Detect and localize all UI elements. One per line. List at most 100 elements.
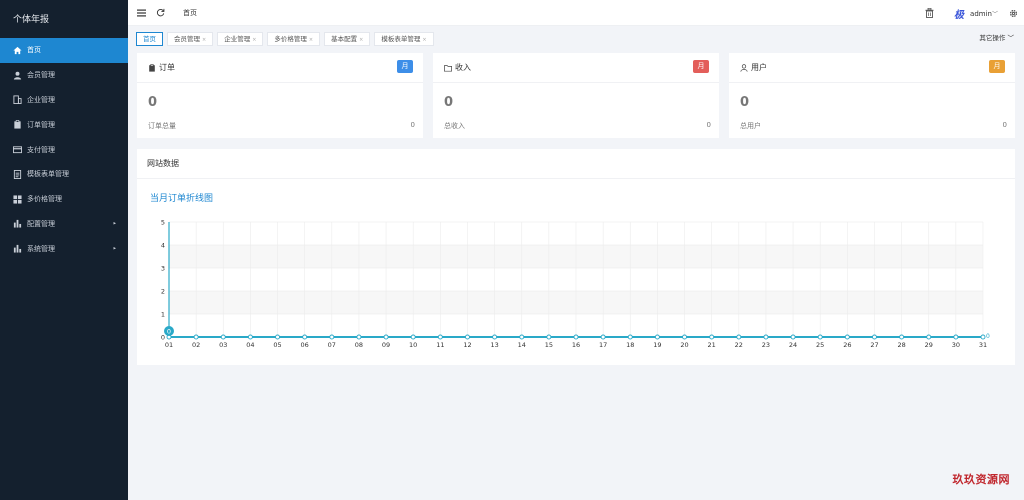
watermark: 玖玖资源网 (952, 473, 1010, 486)
order-line-chart: 01234501 02 03 04 05 06 07 08 09 10 11 12 13 14 15 16 17… (161, 219, 990, 350)
x-tick-label: 01 (165, 341, 173, 349)
y-tick-label: 1 (161, 311, 165, 319)
orders-card: 订单 月 0 订单总量 0 (137, 53, 423, 138)
x-tick-label: 24 (789, 341, 797, 349)
period-badge: 月 (989, 60, 1005, 73)
user-icon (13, 71, 22, 80)
tab-prices[interactable]: 多价格管理 × (267, 32, 321, 46)
sidebar-item-payment[interactable]: 支付管理 (0, 137, 128, 162)
card-icon (13, 145, 22, 154)
tabs-bar: 首页 会员管理 × 企业管理 × 多价格管理 × 基本配置 × 模板表单管理 × 其它操作… (128, 27, 1024, 51)
x-tick-label: 29 (925, 341, 933, 349)
sidebar-item-config[interactable]: 配置管理 ▸ (0, 212, 128, 237)
card-title: 订单 (159, 63, 175, 72)
data-point (654, 334, 660, 340)
data-point (275, 334, 280, 340)
close-icon[interactable]: × (359, 37, 363, 43)
close-icon[interactable]: × (309, 37, 313, 43)
data-point (519, 334, 525, 340)
x-tick-label: 05 (273, 341, 281, 349)
card-value: 0 (444, 95, 454, 110)
sidebar-item-template-forms[interactable]: 模板表单管理 (0, 162, 128, 187)
close-icon[interactable]: × (202, 37, 206, 43)
data-point (899, 334, 905, 340)
close-icon[interactable]: × (252, 37, 256, 43)
tab-label: 基本配置 (331, 35, 358, 43)
y-tick-label: 4 (161, 242, 165, 250)
x-tick-label: 15 (545, 341, 553, 349)
x-tick-label: 25 (816, 341, 824, 349)
sidebar-item-home[interactable]: 首页 (0, 38, 128, 63)
tab-enterprise[interactable]: 企业管理 × (217, 32, 264, 46)
data-point (709, 334, 715, 340)
x-tick-label: 09 (382, 341, 390, 349)
data-point (492, 334, 498, 340)
period-badge: 月 (397, 60, 413, 73)
sidebar-item-prices[interactable]: 多价格管理 (0, 187, 128, 212)
clipboard-icon (148, 63, 156, 72)
tab-members[interactable]: 会员管理 × (167, 32, 214, 46)
tab-template-forms[interactable]: 模板表单管理 × (374, 32, 434, 46)
x-tick-label: 17 (599, 341, 607, 349)
avatar[interactable]: 极 (954, 6, 964, 21)
gear-icon[interactable] (1008, 8, 1018, 18)
x-tick-label: 28 (897, 341, 905, 349)
refresh-icon[interactable] (155, 8, 165, 18)
x-tick-label: 14 (518, 341, 526, 349)
x-tick-label: 07 (328, 341, 336, 349)
card-label: 总用户 (740, 122, 761, 130)
chevron-down-icon: ﹀ (991, 10, 998, 18)
sidebar-item-label: 配置管理 (27, 219, 55, 228)
tab-basic-config[interactable]: 基本配置 × (324, 32, 371, 46)
data-point (600, 334, 606, 340)
data-point (953, 334, 959, 340)
data-point (329, 334, 335, 340)
data-point (356, 334, 362, 340)
y-tick-label: 3 (161, 265, 165, 273)
header-actions: 极 admin﹀ (924, 0, 1018, 26)
user-menu[interactable]: admin﹀ (970, 9, 998, 18)
data-label: 0 (986, 333, 990, 340)
data-point (383, 334, 389, 340)
x-tick-label: 16 (572, 341, 580, 349)
close-icon[interactable]: × (422, 37, 426, 43)
card-number: 0 (410, 121, 415, 129)
data-point (220, 334, 226, 340)
x-tick-label: 22 (735, 341, 743, 349)
home-icon (13, 46, 22, 55)
sidebar: 个体年报 首页 会员管理 企业管理 订单管理 支付管理 模板表单管理 多价格管理… (0, 0, 128, 500)
breadcrumb[interactable]: 首页 (183, 8, 197, 18)
data-point (302, 334, 308, 340)
tab-label: 会员管理 (174, 35, 200, 43)
sidebar-item-orders[interactable]: 订单管理 (0, 112, 128, 137)
data-point (573, 334, 579, 340)
x-tick-label: 04 (246, 341, 254, 349)
tab-label: 多价格管理 (274, 35, 307, 43)
chart-title: 当月订单折线图 (150, 194, 214, 204)
sidebar-item-enterprise[interactable]: 企业管理 (0, 88, 128, 113)
data-point (736, 334, 742, 340)
building-icon (13, 95, 22, 105)
folder-icon (444, 64, 452, 72)
trash-icon[interactable] (924, 8, 934, 18)
card-value: 0 (740, 95, 750, 110)
sidebar-item-system[interactable]: 系统管理 ▸ (0, 236, 128, 261)
x-tick-label: 03 (219, 341, 227, 349)
other-actions-dropdown[interactable]: 其它操作 ﹀ (979, 32, 1014, 42)
x-tick-label: 26 (843, 341, 851, 349)
user-outline-icon (740, 63, 748, 72)
data-label: 0 (167, 327, 171, 335)
tab-home[interactable]: 首页 (136, 32, 163, 46)
bar-chart-icon (13, 244, 22, 253)
bar-chart-icon (13, 219, 22, 229)
sidebar-item-members[interactable]: 会员管理 (0, 63, 128, 88)
data-point (980, 334, 986, 340)
sidebar-item-label: 多价格管理 (27, 195, 62, 204)
x-tick-label: 21 (708, 341, 716, 349)
data-point (437, 334, 443, 340)
tab-label: 企业管理 (224, 35, 251, 43)
x-tick-label: 20 (680, 341, 688, 349)
card-number: 0 (1002, 121, 1007, 129)
menu-toggle-icon[interactable] (136, 8, 146, 18)
period-badge: 月 (693, 60, 709, 73)
